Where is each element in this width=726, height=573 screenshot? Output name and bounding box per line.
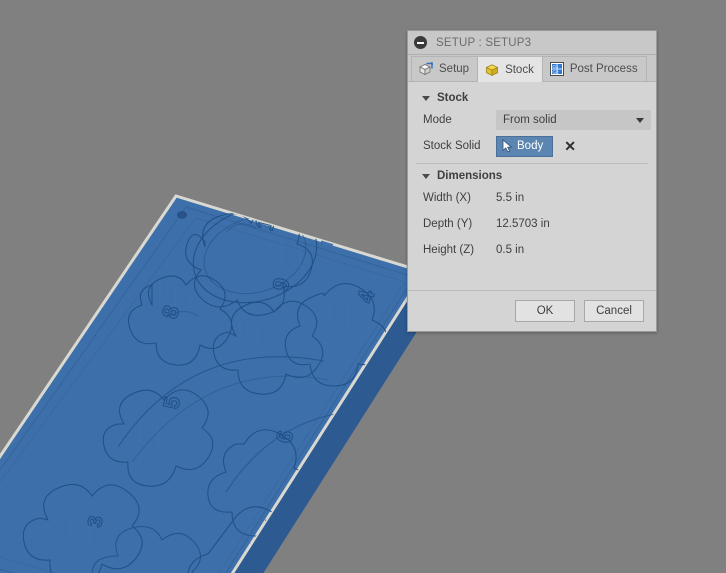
setup-cube-icon: [419, 61, 434, 76]
dialog-tab-strip: Setup Stock G1 G2 Post Process: [408, 55, 656, 82]
dialog-title: SETUP : SETUP3: [436, 36, 532, 49]
mode-row: Mode From solid: [408, 107, 656, 133]
ok-button[interactable]: OK: [515, 300, 575, 322]
tab-setup-label: Setup: [439, 63, 470, 75]
dimension-row: Width (X) 5.5 in: [408, 185, 656, 211]
svg-text:G1: G1: [552, 64, 559, 69]
svg-text:G2: G2: [552, 69, 559, 74]
setup-dialog[interactable]: SETUP : SETUP3 Setup Stock G1 G2 Post Pr…: [407, 30, 657, 332]
post-process-g-code-icon: G1 G2: [549, 62, 564, 76]
depth-y-label: Depth (Y): [423, 218, 473, 230]
minus-circle-icon[interactable]: [414, 36, 427, 49]
tab-stock[interactable]: Stock: [477, 56, 543, 82]
chevron-down-icon: [636, 117, 644, 123]
application-window: 10 10 8 9: [0, 0, 726, 573]
cancel-button[interactable]: Cancel: [584, 300, 644, 322]
mode-label: Mode: [423, 114, 452, 126]
depth-y-value: 12.5703 in: [496, 218, 550, 230]
width-x-value: 5.5 in: [496, 192, 525, 204]
stock-solid-row: Stock Solid Body ✕: [408, 133, 656, 159]
section-divider: [416, 163, 648, 164]
mode-dropdown-value: From solid: [503, 114, 557, 126]
tab-stock-label: Stock: [505, 63, 534, 76]
dimensions-section-title: Dimensions: [437, 170, 503, 182]
stock-solid-label: Stock Solid: [423, 140, 481, 152]
tab-post-process[interactable]: G1 G2 Post Process: [541, 56, 647, 81]
stock-cube-icon: [485, 63, 499, 76]
dialog-footer: OK Cancel: [408, 290, 656, 331]
caret-down-icon: [422, 173, 430, 179]
height-z-value: 0.5 in: [496, 244, 525, 256]
tab-setup[interactable]: Setup: [411, 56, 479, 81]
dialog-content: Stock Mode From solid Stock Solid Body ✕: [408, 82, 656, 290]
dialog-title-bar: SETUP : SETUP3: [408, 31, 656, 55]
stock-section-header[interactable]: Stock: [408, 89, 656, 107]
stock-section-title: Stock: [437, 92, 469, 104]
caret-down-icon: [422, 95, 430, 101]
dimensions-section-header[interactable]: Dimensions: [408, 167, 656, 185]
cursor-arrow-icon: [502, 139, 513, 153]
mode-dropdown[interactable]: From solid: [496, 110, 651, 130]
stock-solid-selection-chip[interactable]: Body: [496, 135, 554, 157]
width-x-label: Width (X): [423, 192, 471, 204]
tab-post-process-label: Post Process: [569, 63, 638, 75]
dimension-row: Depth (Y) 12.5703 in: [408, 211, 656, 237]
close-x-icon[interactable]: ✕: [564, 139, 576, 153]
stock-solid-value: Body: [517, 140, 544, 152]
dimension-row: Height (Z) 0.5 in: [408, 237, 656, 263]
height-z-label: Height (Z): [423, 244, 475, 256]
